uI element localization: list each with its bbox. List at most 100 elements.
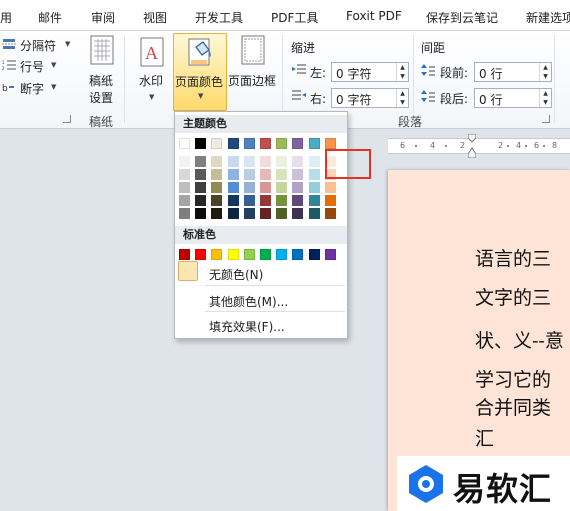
standard-color-swatch[interactable] xyxy=(292,249,304,260)
theme-shade-swatch[interactable] xyxy=(308,195,320,206)
theme-shade-swatch[interactable] xyxy=(276,195,288,206)
indent-marker-icon[interactable] xyxy=(468,134,476,158)
tab-save-cloud-note[interactable]: 保存到云笔记 xyxy=(426,9,498,26)
standard-color-swatch[interactable] xyxy=(243,249,255,260)
spacing-before-input[interactable]: 0 行 ▲ ▼ xyxy=(474,62,552,82)
standard-color-swatch[interactable] xyxy=(179,249,190,260)
standard-color-swatch[interactable] xyxy=(227,249,239,260)
theme-shade-swatch[interactable] xyxy=(195,208,207,219)
group-launcher-icon[interactable] xyxy=(542,115,550,123)
spacing-after-input[interactable]: 0 行 ▲ ▼ xyxy=(474,88,552,108)
theme-shade-swatch[interactable] xyxy=(243,156,255,167)
standard-color-swatch[interactable] xyxy=(260,249,271,260)
theme-shade-swatch[interactable] xyxy=(211,208,223,219)
theme-shade-swatch[interactable] xyxy=(260,182,271,193)
manuscript-button[interactable]: 稿纸 xyxy=(89,72,113,89)
hyphenation-button[interactable]: 断字 xyxy=(20,80,44,97)
page-border-button[interactable]: 页面边框 xyxy=(228,72,276,89)
separator-button[interactable]: 分隔符 xyxy=(20,37,56,54)
standard-color-swatch[interactable] xyxy=(308,249,320,260)
theme-shade-swatch[interactable] xyxy=(292,208,304,219)
line-number-button[interactable]: 行号 xyxy=(20,58,44,75)
theme-shade-swatch[interactable] xyxy=(179,169,190,180)
spinner-arrows-icon[interactable]: ▲ ▼ xyxy=(396,89,408,107)
theme-shade-swatch[interactable] xyxy=(276,182,288,193)
theme-color-swatch[interactable] xyxy=(243,138,255,149)
tab-foxit-pdf[interactable]: Foxit PDF xyxy=(346,9,402,23)
theme-shade-swatch[interactable] xyxy=(276,208,288,219)
theme-shade-swatch[interactable] xyxy=(276,156,288,167)
theme-color-swatch[interactable] xyxy=(292,138,304,149)
tab-reference[interactable]: 用 xyxy=(0,9,12,26)
theme-shade-swatch[interactable] xyxy=(195,169,207,180)
theme-shade-swatch[interactable] xyxy=(227,208,239,219)
theme-shade-swatch[interactable] xyxy=(243,182,255,193)
spinner-arrows-icon[interactable]: ▲ ▼ xyxy=(396,63,408,81)
theme-shade-swatch[interactable] xyxy=(292,182,304,193)
group-launcher-icon[interactable] xyxy=(63,115,71,123)
theme-shade-swatch[interactable] xyxy=(324,195,336,206)
standard-color-swatch[interactable] xyxy=(276,249,288,260)
theme-shade-swatch[interactable] xyxy=(227,195,239,206)
horizontal-ruler[interactable]: 6 4 2 2 4 6 8 xyxy=(388,138,570,154)
theme-shade-swatch[interactable] xyxy=(243,169,255,180)
theme-color-swatch[interactable] xyxy=(211,138,223,149)
theme-shade-swatch[interactable] xyxy=(179,156,190,167)
theme-shade-swatch[interactable] xyxy=(260,169,271,180)
theme-shade-swatch[interactable] xyxy=(276,169,288,180)
theme-shade-swatch[interactable] xyxy=(260,208,271,219)
theme-shade-swatch[interactable] xyxy=(260,156,271,167)
theme-shade-swatch[interactable] xyxy=(211,169,223,180)
more-colors-item[interactable]: 其他颜色(M)... xyxy=(209,293,288,310)
theme-shade-swatch[interactable] xyxy=(195,156,207,167)
theme-color-swatch[interactable] xyxy=(195,138,207,149)
theme-shade-swatch[interactable] xyxy=(243,208,255,219)
theme-shade-swatch[interactable] xyxy=(292,195,304,206)
indent-right-input[interactable]: 0 字符 ▲ ▼ xyxy=(331,88,409,108)
theme-shade-swatch[interactable] xyxy=(292,169,304,180)
theme-color-swatch[interactable] xyxy=(308,138,320,149)
theme-shade-swatch[interactable] xyxy=(227,169,239,180)
theme-shade-swatch[interactable] xyxy=(179,182,190,193)
theme-shade-swatch[interactable] xyxy=(308,156,320,167)
tab-pdf-tools[interactable]: PDF工具 xyxy=(271,9,318,26)
chevron-down-icon: ▼ xyxy=(51,83,57,91)
fill-effects-item[interactable]: 填充效果(F)... xyxy=(209,318,285,335)
theme-shade-swatch[interactable] xyxy=(195,195,207,206)
standard-color-swatch[interactable] xyxy=(324,249,336,260)
no-color-item[interactable]: 无颜色(N) xyxy=(209,266,263,283)
theme-shade-swatch[interactable] xyxy=(243,195,255,206)
theme-shade-swatch[interactable] xyxy=(324,208,336,219)
theme-shade-swatch[interactable] xyxy=(308,208,320,219)
theme-shade-swatch[interactable] xyxy=(195,182,207,193)
theme-shade-swatch[interactable] xyxy=(211,182,223,193)
tab-view[interactable]: 视图 xyxy=(143,9,167,26)
spinner-arrows-icon[interactable]: ▲ ▼ xyxy=(539,63,551,81)
theme-shade-swatch[interactable] xyxy=(211,156,223,167)
tab-new-option[interactable]: 新建选项 xyxy=(526,9,570,26)
indent-left-input[interactable]: 0 字符 ▲ ▼ xyxy=(331,62,409,82)
tab-developer[interactable]: 开发工具 xyxy=(195,9,243,26)
tab-mailings[interactable]: 邮件 xyxy=(38,9,62,26)
theme-shade-swatch[interactable] xyxy=(179,208,190,219)
theme-shade-swatch[interactable] xyxy=(292,156,304,167)
theme-shade-swatch[interactable] xyxy=(227,156,239,167)
theme-shade-swatch[interactable] xyxy=(324,182,336,193)
theme-shade-swatch[interactable] xyxy=(179,195,190,206)
page-color-button[interactable]: 页面颜色 ▼ xyxy=(173,33,227,111)
standard-color-swatch[interactable] xyxy=(195,249,207,260)
theme-shade-swatch[interactable] xyxy=(227,182,239,193)
theme-shade-swatch[interactable] xyxy=(308,182,320,193)
theme-color-swatch[interactable] xyxy=(260,138,271,149)
theme-color-swatch[interactable] xyxy=(276,138,288,149)
theme-shade-swatch[interactable] xyxy=(211,195,223,206)
tab-review[interactable]: 审阅 xyxy=(91,9,115,26)
theme-color-swatch[interactable] xyxy=(227,138,239,149)
standard-color-swatch[interactable] xyxy=(211,249,223,260)
theme-shade-swatch[interactable] xyxy=(260,195,271,206)
spinner-arrows-icon[interactable]: ▲ ▼ xyxy=(539,89,551,107)
watermark-button[interactable]: 水印 xyxy=(139,72,163,89)
theme-shade-swatch[interactable] xyxy=(308,169,320,180)
theme-color-swatch[interactable] xyxy=(179,138,190,149)
theme-color-swatch[interactable] xyxy=(324,138,336,149)
